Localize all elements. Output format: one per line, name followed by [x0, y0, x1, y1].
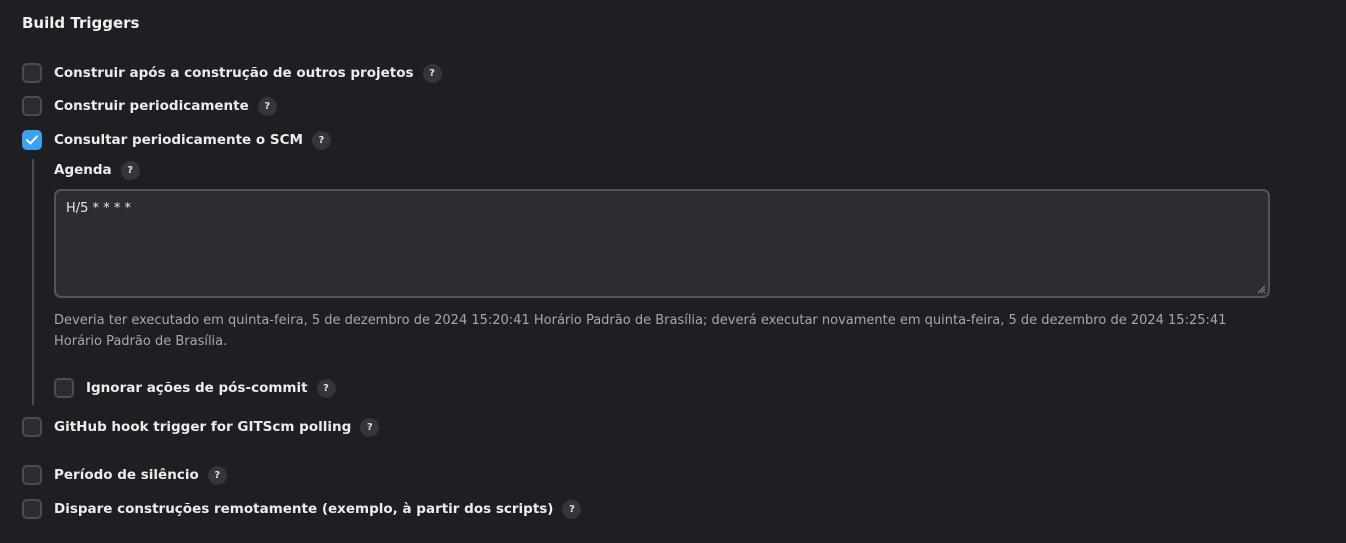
help-icon[interactable]: ? — [562, 499, 582, 519]
schedule-label: Agenda — [54, 162, 112, 178]
build-periodically-label[interactable]: Construir periodicamente — [54, 98, 249, 114]
build-after-other-label[interactable]: Construir após a construção de outros pr… — [54, 65, 414, 81]
help-icon[interactable]: ? — [257, 96, 277, 116]
section-title: Build Triggers — [22, 14, 140, 32]
remote-trigger-label[interactable]: Dispare construções remotamente (exemplo… — [54, 501, 553, 517]
trigger-build-periodically: Construir periodicamente ? — [22, 94, 277, 118]
quiet-period-checkbox[interactable] — [22, 465, 42, 485]
trigger-quiet-period: Período de silêncio ? — [22, 463, 227, 487]
trigger-build-after-other: Construir após a construção de outros pr… — [22, 61, 442, 85]
trigger-github-hook: GitHub hook trigger for GITScm polling ? — [22, 415, 380, 439]
help-icon[interactable]: ? — [120, 160, 140, 180]
schedule-textarea[interactable]: H/5 * * * * — [54, 189, 1270, 298]
build-triggers-panel: Build Triggers Construir após a construç… — [0, 0, 1346, 543]
help-icon[interactable]: ? — [422, 63, 442, 83]
github-hook-label[interactable]: GitHub hook trigger for GITScm polling — [54, 419, 351, 435]
poll-scm-label[interactable]: Consultar periodicamente o SCM — [54, 132, 303, 148]
nested-options-divider — [32, 159, 34, 405]
ignore-post-commit-checkbox[interactable] — [54, 378, 74, 398]
remote-trigger-checkbox[interactable] — [22, 499, 42, 519]
resize-handle-icon[interactable] — [1256, 284, 1266, 294]
poll-scm-checkbox[interactable] — [22, 130, 42, 150]
help-icon[interactable]: ? — [311, 130, 331, 150]
ignore-post-commit-row: Ignorar ações de pós-commit ? — [54, 376, 336, 400]
help-icon[interactable]: ? — [360, 417, 380, 437]
check-icon — [26, 135, 38, 145]
github-hook-checkbox[interactable] — [22, 417, 42, 437]
build-after-other-checkbox[interactable] — [22, 63, 42, 83]
schedule-value: H/5 * * * * — [66, 201, 131, 216]
help-icon[interactable]: ? — [316, 378, 336, 398]
trigger-poll-scm: Consultar periodicamente o SCM ? — [22, 128, 331, 152]
quiet-period-label[interactable]: Período de silêncio — [54, 467, 199, 483]
ignore-post-commit-label[interactable]: Ignorar ações de pós-commit — [86, 380, 308, 396]
schedule-label-row: Agenda ? — [54, 158, 140, 182]
build-periodically-checkbox[interactable] — [22, 96, 42, 116]
schedule-hint: Deveria ter executado em quinta-feira, 5… — [54, 313, 1227, 349]
help-icon[interactable]: ? — [207, 465, 227, 485]
trigger-remote: Dispare construções remotamente (exemplo… — [22, 497, 582, 521]
